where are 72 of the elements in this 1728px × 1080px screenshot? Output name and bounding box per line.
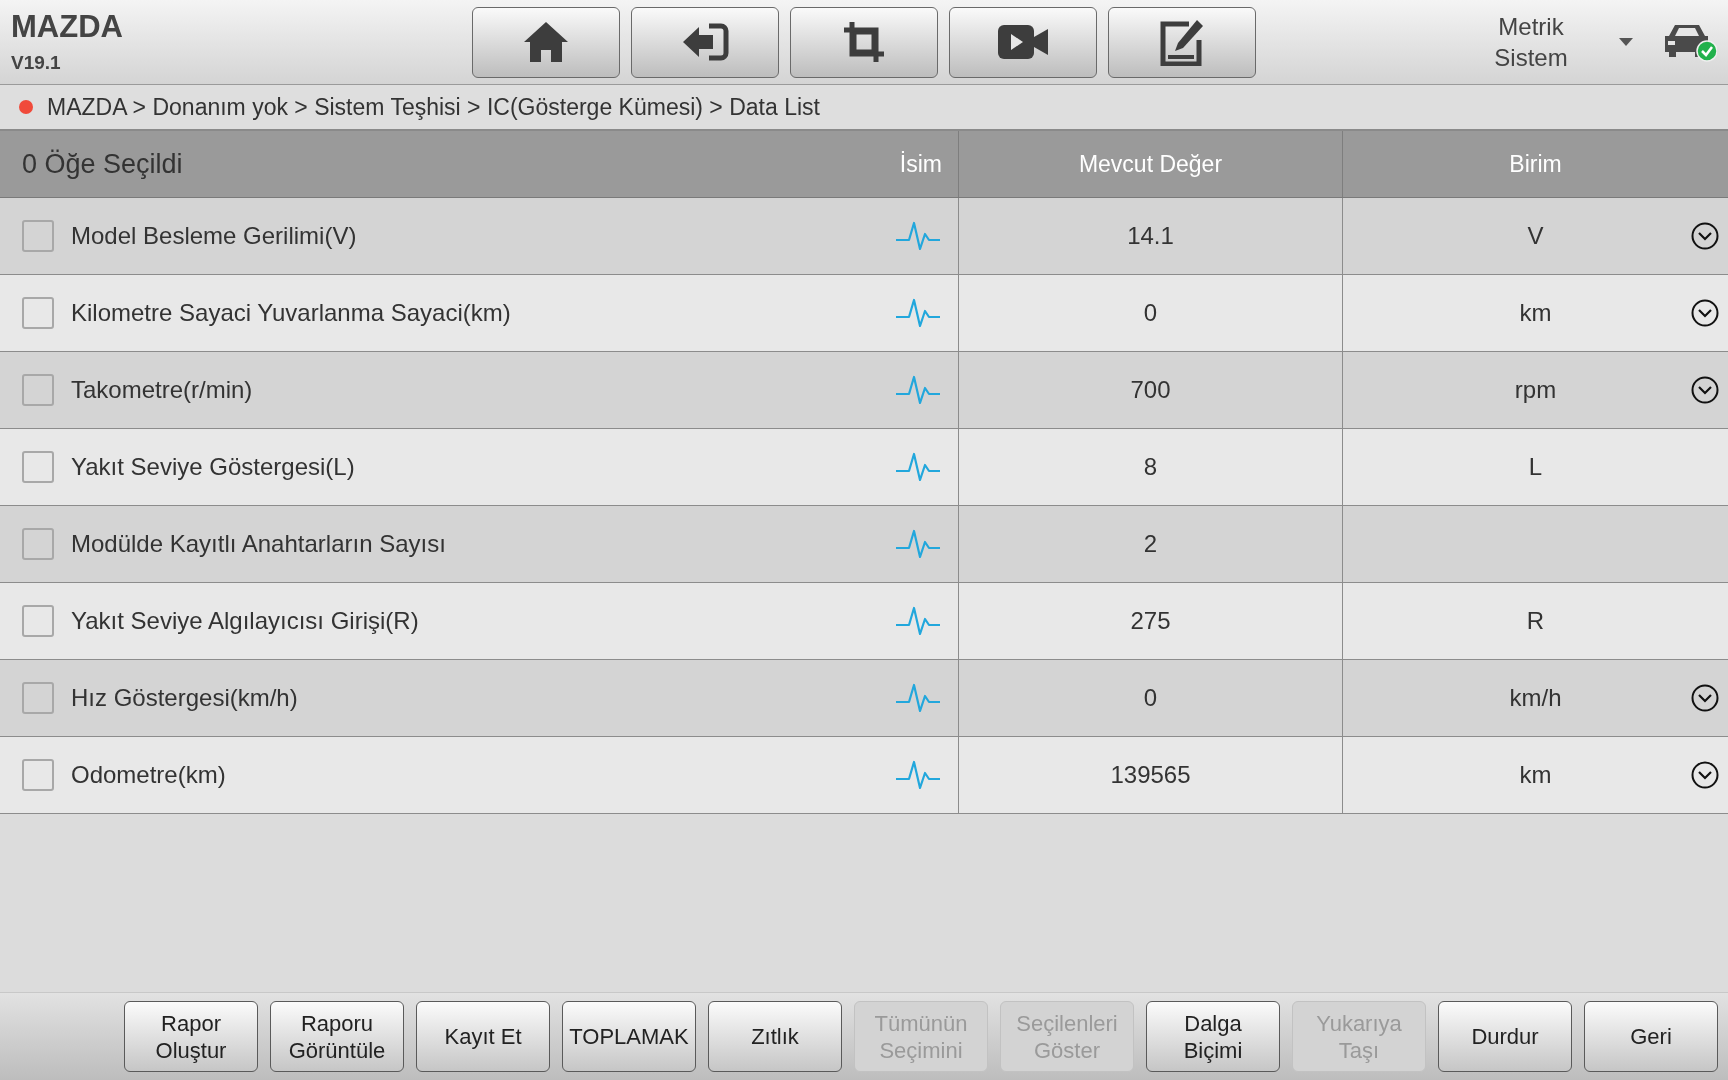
chevron-down-circle-icon[interactable]: [1691, 222, 1719, 250]
edit-button[interactable]: [1108, 6, 1256, 78]
selection-count: 0 Öğe Seçildi: [22, 147, 183, 181]
waveform-icon[interactable]: [896, 298, 940, 328]
waveform-icon[interactable]: [896, 683, 940, 713]
checkbox[interactable]: [22, 759, 54, 791]
waveform-icon[interactable]: [896, 452, 940, 482]
version-label: V19.1: [11, 51, 61, 75]
waveform-icon[interactable]: [896, 221, 940, 251]
chevron-down-circle-icon[interactable]: [1691, 684, 1719, 712]
toolbar-button[interactable]: Kayıt Et: [416, 1001, 550, 1072]
unit-text: rpm: [1514, 375, 1557, 405]
waveform-icon[interactable]: [896, 606, 940, 636]
checkbox[interactable]: [22, 297, 54, 329]
back-button[interactable]: [631, 6, 779, 78]
toolbar-button[interactable]: Zıtlık: [708, 1001, 842, 1072]
current-value: 275: [1130, 606, 1171, 636]
checkbox[interactable]: [22, 528, 54, 560]
toolbar-button[interactable]: Raporu Görüntüle: [270, 1001, 404, 1072]
checkbox[interactable]: [22, 451, 54, 483]
unit-text: R: [1526, 606, 1545, 636]
waveform-icon[interactable]: [896, 529, 940, 559]
parameter-name: Yakıt Seviye Göstergesi(L): [71, 452, 355, 482]
waveform-icon[interactable]: [896, 375, 940, 405]
current-value: 8: [1143, 452, 1158, 482]
waveform-icon[interactable]: [896, 760, 940, 790]
current-value: 0: [1143, 683, 1158, 713]
current-value: 700: [1130, 375, 1171, 405]
current-value: 0: [1143, 298, 1158, 328]
unit-text: km/h: [1509, 683, 1562, 713]
crop-button[interactable]: [790, 6, 938, 78]
parameter-name: Model Besleme Gerilimi(V): [71, 221, 357, 251]
breadcrumb-path: MAZDA > Donanım yok > Sistem Teşhisi > IC(Gösterge Kümesi) > Data List: [47, 92, 820, 122]
checkbox[interactable]: [22, 220, 54, 252]
toolbar-button[interactable]: Durdur: [1438, 1001, 1572, 1072]
current-value: 2: [1143, 529, 1158, 559]
app-title: MAZDA: [11, 9, 123, 45]
unit-text: L: [1528, 452, 1543, 482]
parameter-name: Yakıt Seviye Algılayıcısı Girişi(R): [71, 606, 419, 636]
unit-text: V: [1527, 221, 1544, 251]
toolbar-button[interactable]: Geri: [1584, 1001, 1718, 1072]
video-camera-icon: [998, 25, 1048, 59]
dropdown-caret-icon: [1619, 38, 1633, 46]
home-icon: [522, 20, 570, 64]
parameter-name: Takometre(r/min): [71, 375, 253, 405]
crop-frame-icon: [842, 20, 886, 64]
status-dot-icon: [19, 100, 33, 114]
toolbar-button[interactable]: Dalga Biçimi: [1146, 1001, 1280, 1072]
parameter-name: Modülde Kayıtlı Anahtarların Sayısı: [71, 529, 446, 559]
parameter-name: Hız Göstergesi(km/h): [71, 683, 298, 713]
parameter-name: Kilometre Sayaci Yuvarlanma Sayaci(km): [71, 298, 511, 328]
column-header: Birim: [1509, 149, 1562, 179]
current-value: 14.1: [1127, 221, 1174, 251]
chevron-down-circle-icon[interactable]: [1691, 376, 1719, 404]
unit-system-dropdown[interactable]: Metrik Sistem: [1476, 11, 1633, 73]
chevron-down-circle-icon[interactable]: [1691, 761, 1719, 789]
checkbox[interactable]: [22, 682, 54, 714]
checkbox[interactable]: [22, 374, 54, 406]
unit-text: km: [1519, 298, 1552, 328]
toolbar-button[interactable]: Rapor Oluştur: [124, 1001, 258, 1072]
column-header: Mevcut Değer: [1078, 149, 1223, 179]
toolbar-button[interactable]: TOPLAMAK: [562, 1001, 696, 1072]
parameter-name: Odometre(km): [71, 760, 226, 790]
chevron-down-circle-icon[interactable]: [1691, 299, 1719, 327]
unit-text: km: [1519, 760, 1552, 790]
video-button[interactable]: [949, 6, 1097, 78]
home-button[interactable]: [472, 6, 620, 78]
checkbox[interactable]: [22, 605, 54, 637]
current-value: 139565: [1110, 760, 1191, 790]
back-arrow-icon: [681, 23, 729, 61]
column-header: İsim: [899, 149, 942, 179]
edit-icon: [1159, 18, 1205, 66]
